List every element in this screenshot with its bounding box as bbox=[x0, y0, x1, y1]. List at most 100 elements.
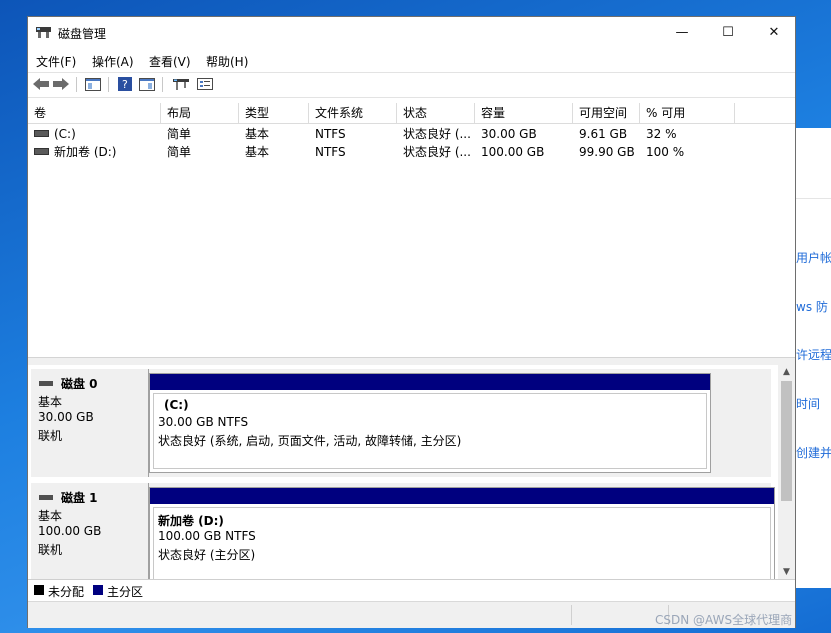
volume-list-header: 卷 布局 类型 文件系统 状态 容量 可用空间 % 可用 bbox=[28, 103, 795, 124]
column-header-filesystem[interactable]: 文件系统 bbox=[309, 103, 397, 123]
disk-0-row[interactable]: 磁盘 0 基本 30.00 GB 联机 (C:) 30.00 GB NTFS 状… bbox=[31, 369, 771, 477]
cell-filesystem: NTFS bbox=[315, 145, 346, 159]
connect-icon[interactable] bbox=[172, 76, 190, 92]
partition-size-fs: 30.00 GB NTFS bbox=[158, 415, 249, 429]
partition-size-fs: 100.00 GB NTFS bbox=[158, 529, 256, 543]
disk-name: 磁盘 1 bbox=[39, 489, 98, 506]
back-icon[interactable] bbox=[32, 76, 50, 92]
cell-type: 基本 bbox=[245, 127, 270, 141]
disk-state: 联机 bbox=[38, 429, 63, 443]
minimize-icon: — bbox=[675, 25, 689, 40]
maximize-button[interactable]: ☐ bbox=[705, 17, 751, 48]
legend: 未分配 主分区 bbox=[28, 579, 795, 600]
forward-icon[interactable] bbox=[52, 76, 70, 92]
divider bbox=[790, 198, 831, 199]
partition-d[interactable]: 新加卷 (D:) 100.00 GB NTFS 状态良好 (主分区) bbox=[149, 487, 775, 579]
link-remote-access[interactable]: 许远程 bbox=[796, 346, 831, 363]
toolbar: ? bbox=[28, 72, 795, 98]
link-windows-firewall[interactable]: ws 防 bbox=[796, 298, 828, 315]
disk-1-label[interactable]: 磁盘 1 基本 100.00 GB 联机 bbox=[31, 483, 149, 579]
properties-icon[interactable] bbox=[138, 76, 156, 92]
partition-c[interactable]: (C:) 30.00 GB NTFS 状态良好 (系统, 启动, 页面文件, 活… bbox=[149, 373, 711, 473]
menu-file[interactable]: 文件(F) bbox=[36, 53, 76, 70]
disk-kind: 基本 bbox=[38, 395, 63, 409]
watermark: CSDN @AWS全球代理商 bbox=[655, 613, 793, 627]
legend-swatch-unallocated bbox=[34, 585, 44, 595]
cell-layout: 简单 bbox=[167, 145, 192, 159]
partition-status: 状态良好 (系统, 启动, 页面文件, 活动, 故障转储, 主分区) bbox=[158, 434, 462, 448]
column-header-type[interactable]: 类型 bbox=[239, 103, 309, 123]
disk-name-text: 磁盘 1 bbox=[61, 491, 98, 505]
maximize-icon: ☐ bbox=[722, 25, 734, 40]
partition-status: 状态良好 (主分区) bbox=[158, 548, 256, 562]
cell-percent-free: 32 % bbox=[646, 127, 677, 141]
scrollbar-thumb[interactable] bbox=[781, 381, 792, 501]
cell-filesystem: NTFS bbox=[315, 127, 346, 141]
vertical-scrollbar[interactable]: ▲ ▼ bbox=[778, 365, 795, 579]
legend-label-unallocated: 未分配 bbox=[48, 585, 85, 599]
legend-label-primary: 主分区 bbox=[107, 585, 144, 599]
volume-name: 新加卷 (D:) bbox=[54, 145, 117, 159]
link-create[interactable]: 创建并 bbox=[796, 444, 831, 461]
menu-action[interactable]: 操作(A) bbox=[92, 53, 134, 70]
cell-status: 状态良好 (... bbox=[403, 127, 471, 141]
window-title: 磁盘管理 bbox=[58, 27, 107, 41]
menu-view[interactable]: 查看(V) bbox=[149, 53, 191, 70]
disk-name: 磁盘 0 bbox=[39, 375, 98, 392]
cell-layout: 简单 bbox=[167, 127, 192, 141]
drive-icon bbox=[34, 148, 49, 155]
cell-capacity: 100.00 GB bbox=[481, 145, 545, 159]
cell-volume: 新加卷 (D:) bbox=[34, 143, 160, 161]
toolbar-separator bbox=[162, 77, 163, 92]
link-time[interactable]: 时间 bbox=[796, 395, 820, 412]
disk-size: 30.00 GB bbox=[38, 410, 94, 424]
primary-partition-bar bbox=[150, 488, 774, 504]
menu-bar: 文件(F) 操作(A) 查看(V) 帮助(H) bbox=[28, 49, 795, 71]
partition-title: (C:) bbox=[164, 398, 189, 412]
disk-0-label[interactable]: 磁盘 0 基本 30.00 GB 联机 bbox=[31, 369, 149, 477]
link-user-account[interactable]: 用户帐 bbox=[796, 249, 831, 266]
cell-capacity: 30.00 GB bbox=[481, 127, 537, 141]
primary-partition-bar bbox=[150, 374, 710, 390]
column-header-capacity[interactable]: 容量 bbox=[475, 103, 573, 123]
table-row[interactable]: (C:) 简单 基本 NTFS 状态良好 (... 30.00 GB 9.61 … bbox=[28, 125, 795, 143]
cell-status: 状态良好 (... bbox=[403, 145, 471, 159]
svg-text:?: ? bbox=[122, 78, 128, 91]
disk-graphical-view: 磁盘 0 基本 30.00 GB 联机 (C:) 30.00 GB NTFS 状… bbox=[28, 365, 778, 579]
disk-icon bbox=[39, 381, 53, 386]
partition-body[interactable]: 新加卷 (D:) 100.00 GB NTFS 状态良好 (主分区) bbox=[153, 507, 771, 579]
disk-1-row[interactable]: 磁盘 1 基本 100.00 GB 联机 新加卷 (D:) 100.00 GB … bbox=[31, 483, 775, 579]
background-window: 用户帐 ws 防 许远程 时间 创建并 bbox=[790, 128, 831, 588]
disk-size: 100.00 GB bbox=[38, 524, 102, 538]
partition-title: 新加卷 (D:) bbox=[158, 514, 224, 528]
cell-free-space: 9.61 GB bbox=[579, 127, 628, 141]
help-icon[interactable]: ? bbox=[116, 76, 134, 92]
column-header-layout[interactable]: 布局 bbox=[161, 103, 239, 123]
table-row[interactable]: 新加卷 (D:) 简单 基本 NTFS 状态良好 (... 100.00 GB … bbox=[28, 143, 795, 161]
cell-type: 基本 bbox=[245, 145, 270, 159]
column-header-volume[interactable]: 卷 bbox=[28, 103, 161, 123]
disk-name-text: 磁盘 0 bbox=[61, 377, 98, 391]
scroll-down-icon[interactable]: ▼ bbox=[778, 565, 795, 579]
disk-management-icon bbox=[36, 26, 51, 39]
status-separator bbox=[571, 605, 572, 625]
close-icon: ✕ bbox=[768, 25, 780, 40]
menu-help[interactable]: 帮助(H) bbox=[206, 53, 248, 70]
settings-icon[interactable] bbox=[196, 76, 214, 92]
scroll-up-icon[interactable]: ▲ bbox=[778, 365, 795, 379]
legend-swatch-primary bbox=[93, 585, 103, 595]
title-bar[interactable]: 磁盘管理 — ☐ ✕ bbox=[28, 17, 795, 49]
minimize-button[interactable]: — bbox=[659, 17, 705, 48]
column-header-percent-free[interactable]: % 可用 bbox=[640, 103, 735, 123]
column-header-status[interactable]: 状态 bbox=[397, 103, 475, 123]
disk-kind: 基本 bbox=[38, 509, 63, 523]
cell-percent-free: 100 % bbox=[646, 145, 685, 159]
partition-body[interactable]: (C:) 30.00 GB NTFS 状态良好 (系统, 启动, 页面文件, 活… bbox=[153, 393, 707, 469]
close-button[interactable]: ✕ bbox=[751, 17, 797, 48]
disk-management-window: 磁盘管理 — ☐ ✕ 文件(F) 操作(A) 查看(V) 帮助(H) ? 卷 布… bbox=[27, 16, 796, 628]
cell-free-space: 99.90 GB bbox=[579, 145, 635, 159]
column-header-free-space[interactable]: 可用空间 bbox=[573, 103, 640, 123]
toolbar-separator bbox=[76, 77, 77, 92]
console-tree-icon[interactable] bbox=[84, 76, 102, 92]
drive-icon bbox=[34, 130, 49, 137]
